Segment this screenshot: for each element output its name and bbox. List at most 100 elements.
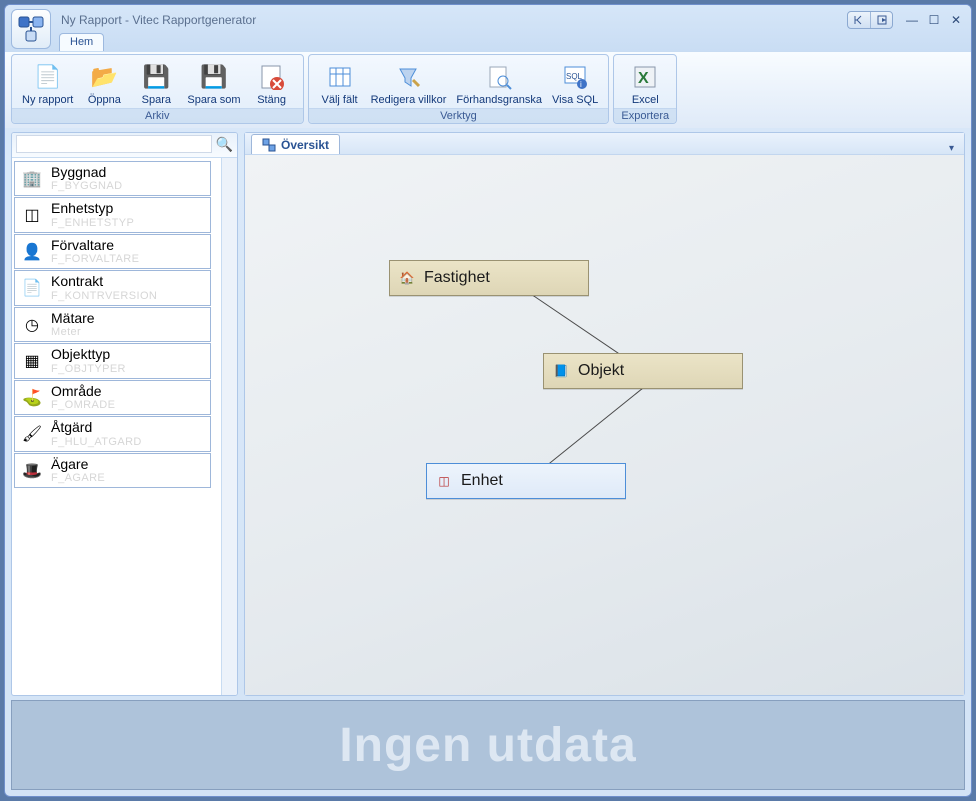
- hat-icon: 🎩: [21, 460, 43, 482]
- oppna-button[interactable]: 📂 Öppna: [79, 59, 129, 108]
- valj-falt-label: Välj fält: [322, 94, 358, 106]
- search-input[interactable]: [16, 135, 212, 153]
- sidebar-item-name: Ägare: [51, 457, 105, 472]
- nav-next-button[interactable]: [870, 12, 892, 28]
- sidebar-item-kontrakt[interactable]: 📄KontraktF_KONTRVERSION: [14, 270, 211, 305]
- sidebar-item-sub: Meter: [51, 326, 95, 338]
- sidebar-item-name: Enhetstyp: [51, 201, 134, 216]
- sidebar-item-enhetstyp[interactable]: ◫EnhetstypF_ENHETSTYP: [14, 197, 211, 232]
- sidebar-item-name: Mätare: [51, 311, 95, 326]
- sidebar-item-sub: F_OMRADE: [51, 399, 115, 411]
- ribbon-group-exportera: X Excel Exportera: [613, 54, 677, 124]
- nav-pill: [847, 11, 893, 29]
- stang-button[interactable]: Stäng: [247, 59, 297, 108]
- sidebar-item-område[interactable]: ⛳ OmrådeF_OMRADE: [14, 380, 211, 415]
- minimize-button[interactable]: —: [903, 12, 921, 28]
- window-title: Ny Rapport - Vitec Rapportgenerator: [51, 9, 847, 27]
- sidebar-item-name: Objekttyp: [51, 347, 126, 362]
- node-enhet[interactable]: ◫ Enhet: [426, 463, 626, 499]
- sidebar-item-name: Område: [51, 384, 115, 399]
- node-fastighet[interactable]: 🏠 Fastighet: [389, 260, 589, 296]
- oppna-label: Öppna: [88, 94, 121, 106]
- search-icon[interactable]: 🔍: [216, 136, 233, 153]
- node-objekt-label: Objekt: [578, 362, 624, 380]
- nav-prev-button[interactable]: [848, 12, 870, 28]
- enhet-icon: ◫: [435, 472, 453, 490]
- sidebar-item-förvaltare[interactable]: 👤 FörvaltareF_FORVALTARE: [14, 234, 211, 269]
- tab-hem[interactable]: Hem: [59, 33, 104, 51]
- edit-conditions-icon: [392, 61, 424, 93]
- forhandsgranska-button[interactable]: Förhandsgranska: [452, 59, 546, 108]
- svg-text:X: X: [638, 70, 649, 87]
- ribbon-group-verktyg: Välj fält Redigera villkor Förhandsgrans…: [308, 54, 610, 124]
- app-window: Ny Rapport - Vitec Rapportgenerator — ☐ …: [4, 4, 972, 797]
- house-icon: 🏠: [398, 269, 416, 287]
- spara-label: Spara: [142, 94, 171, 106]
- spara-som-label: Spara som: [187, 94, 240, 106]
- canvas-tabstrip: Översikt ▾: [245, 133, 964, 155]
- sidebar-item-mätare[interactable]: ◷ MätareMeter: [14, 307, 211, 342]
- valj-falt-button[interactable]: Välj fält: [315, 59, 365, 108]
- preview-icon: [483, 61, 515, 93]
- excel-button[interactable]: X Excel: [620, 59, 670, 108]
- sidebar-item-sub: F_OBJTYPER: [51, 363, 126, 375]
- sidebar-item-name: Förvaltare: [51, 238, 139, 253]
- sidebar-item-objekttyp[interactable]: ▦ObjekttypF_OBJTYPER: [14, 343, 211, 378]
- node-objekt[interactable]: 📘 Objekt: [543, 353, 743, 389]
- node-fastighet-label: Fastighet: [424, 269, 490, 287]
- ny-rapport-button[interactable]: 📄 Ny rapport: [18, 59, 77, 108]
- document-icon: 📄: [21, 277, 43, 299]
- sidebar-scrollbar[interactable]: [221, 158, 237, 695]
- area-icon: ⛳: [21, 387, 43, 409]
- sidebar-item-åtgärd[interactable]: 🖌ÅtgärdF_HLU_ATGARD: [14, 416, 211, 451]
- output-text: Ingen utdata: [339, 718, 636, 773]
- redigera-villkor-label: Redigera villkor: [371, 94, 447, 106]
- excel-label: Excel: [632, 94, 659, 106]
- maximize-button[interactable]: ☐: [925, 12, 943, 28]
- meter-icon: ◷: [21, 314, 43, 336]
- brush-icon: 🖌: [21, 423, 43, 445]
- output-panel: Ingen utdata: [11, 700, 965, 790]
- sidebar: 🔍 🏢ByggnadF_BYGGNAD◫EnhetstypF_ENHETSTYP…: [11, 132, 238, 696]
- sidebar-item-ägare[interactable]: 🎩 ÄgareF_AGARE: [14, 453, 211, 488]
- sidebar-item-sub: F_AGARE: [51, 472, 105, 484]
- sidebar-item-sub: F_BYGGNAD: [51, 180, 122, 192]
- nav-next-icon: [876, 15, 888, 25]
- ny-rapport-label: Ny rapport: [22, 94, 73, 106]
- spara-button[interactable]: 💾 Spara: [131, 59, 181, 108]
- save-icon: 💾: [140, 61, 172, 93]
- close-button[interactable]: ✕: [947, 12, 965, 28]
- group-label-arkiv: Arkiv: [12, 108, 303, 123]
- stang-label: Stäng: [257, 94, 286, 106]
- spara-som-button[interactable]: 💾 Spara som: [183, 59, 244, 108]
- nav-prev-icon: [853, 15, 865, 25]
- excel-icon: X: [629, 61, 661, 93]
- enhet-icon: ◫: [21, 204, 43, 226]
- close-doc-icon: [256, 61, 288, 93]
- diagram-canvas[interactable]: 🏠 Fastighet 📘 Objekt ◫ Enhet: [245, 155, 964, 695]
- sidebar-item-byggnad[interactable]: 🏢 ByggnadF_BYGGNAD: [14, 161, 211, 196]
- book-icon: 📘: [552, 362, 570, 380]
- visa-sql-button[interactable]: SQLi Visa SQL: [548, 59, 602, 108]
- office-building-icon: 🏢: [21, 168, 43, 190]
- ribbon-group-arkiv: 📄 Ny rapport 📂 Öppna 💾 Spara 💾 Spara som: [11, 54, 304, 124]
- tab-oversikt[interactable]: Översikt: [251, 134, 340, 154]
- content-area: 🔍 🏢ByggnadF_BYGGNAD◫EnhetstypF_ENHETSTYP…: [5, 128, 971, 696]
- redigera-villkor-button[interactable]: Redigera villkor: [367, 59, 451, 108]
- select-fields-icon: [324, 61, 356, 93]
- sidebar-item-name: Åtgärd: [51, 420, 142, 435]
- visa-sql-label: Visa SQL: [552, 94, 598, 106]
- sidebar-item-sub: F_KONTRVERSION: [51, 290, 157, 302]
- ribbon: 📄 Ny rapport 📂 Öppna 💾 Spara 💾 Spara som: [5, 51, 971, 128]
- canvas-panel: Översikt ▾ 🏠 Fastighet 📘 Objekt: [244, 132, 965, 696]
- sidebar-item-sub: F_FORVALTARE: [51, 253, 139, 265]
- group-label-verktyg: Verktyg: [309, 108, 609, 123]
- sidebar-item-name: Byggnad: [51, 165, 122, 180]
- person-icon: 👤: [21, 241, 43, 263]
- overview-icon: [262, 138, 276, 152]
- save-as-icon: 💾: [198, 61, 230, 93]
- tab-oversikt-label: Översikt: [281, 138, 329, 152]
- new-report-icon: 📄: [32, 61, 64, 93]
- tabstrip-dropdown[interactable]: ▾: [945, 143, 958, 154]
- sidebar-list: 🏢ByggnadF_BYGGNAD◫EnhetstypF_ENHETSTYP👤F…: [12, 158, 221, 695]
